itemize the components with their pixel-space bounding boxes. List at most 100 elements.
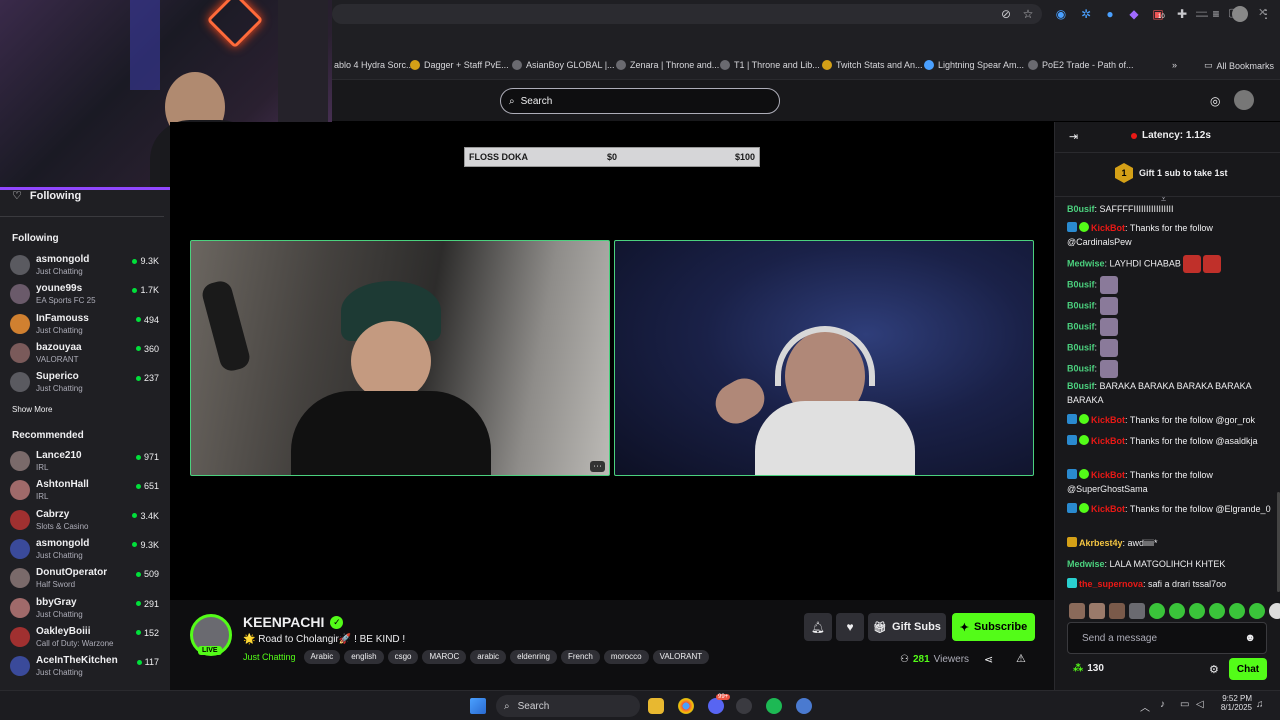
sidebar-channel[interactable]: InFamouss Just Chatting 494 — [10, 311, 162, 339]
extension-icon[interactable]: ◆ — [1126, 6, 1142, 22]
chat-username[interactable]: KickBot — [1091, 504, 1125, 514]
chat-username[interactable]: B0usif — [1067, 279, 1095, 289]
follow-button[interactable]: ♥ — [836, 613, 864, 641]
bookmark[interactable]: Twitch Stats and An... — [822, 60, 923, 70]
gift-leaderboard[interactable]: 1 Gift 1 sub to take 1st — [1115, 163, 1228, 183]
emote[interactable] — [1209, 603, 1225, 619]
bookmark[interactable]: Zenara | Throne and... — [616, 60, 719, 70]
chat-send-button[interactable]: Chat — [1229, 658, 1267, 680]
chat-username[interactable]: B0usif — [1067, 321, 1095, 331]
app-icon[interactable] — [796, 698, 812, 714]
notifications-icon[interactable]: ◎ — [1210, 94, 1220, 108]
taskbar-search[interactable]: ⌕ Search — [496, 695, 640, 717]
emote[interactable] — [1109, 603, 1125, 619]
puzzle-icon[interactable]: ✚ — [1174, 6, 1190, 22]
category-link[interactable]: Just Chatting — [243, 652, 296, 662]
bookmark[interactable]: T1 | Throne and Lib... — [720, 60, 820, 70]
chat-username[interactable]: Akrbest4y — [1079, 538, 1123, 548]
sidebar-channel[interactable]: AshtonHall IRL 651 — [10, 477, 162, 505]
collapse-chat-icon[interactable]: ⇥ — [1069, 130, 1078, 143]
chat-username[interactable]: KickBot — [1091, 436, 1125, 446]
stream-tag[interactable]: MAROC — [422, 650, 467, 664]
address-bar[interactable] — [332, 4, 1042, 24]
bookmark[interactable]: PoE2 Trade - Path of... — [1028, 60, 1134, 70]
all-bookmarks[interactable]: ▭ All Bookmarks — [1204, 60, 1274, 71]
extension-icon[interactable]: ✲ — [1078, 6, 1094, 22]
chat-username[interactable]: B0usif — [1067, 204, 1095, 214]
chevron-right-icon[interactable]: » — [1172, 60, 1177, 70]
settings-gear-icon[interactable]: ⚙ — [1209, 663, 1219, 676]
windows-start-icon[interactable] — [470, 698, 486, 714]
show-more-link[interactable]: Show More — [12, 405, 52, 414]
emote[interactable] — [1069, 603, 1085, 619]
chevron-up-icon[interactable]: ︿ — [1140, 699, 1150, 714]
emote[interactable] — [1189, 603, 1205, 619]
bookmark[interactable]: ablo 4 Hydra Sorc... — [334, 60, 414, 70]
sidebar-channel[interactable]: asmongold Just Chatting 9.3K — [10, 536, 162, 564]
sidebar-channel[interactable]: Superico Just Chatting 237 — [10, 369, 162, 397]
sidebar-channel[interactable]: bazouyaa VALORANT 360 — [10, 340, 162, 368]
share-icon[interactable]: ⋖ — [984, 653, 993, 666]
stream-tag[interactable]: French — [560, 650, 600, 664]
sidebar-channel[interactable]: youne99s EA Sports FC 25 1.7K — [10, 281, 162, 309]
close-icon[interactable]: ✕ — [1258, 6, 1267, 19]
maximize-icon[interactable]: ▢ — [1228, 6, 1238, 19]
emote[interactable] — [1129, 603, 1145, 619]
stream-tag[interactable]: morocco — [603, 650, 649, 664]
file-explorer-icon[interactable] — [648, 698, 664, 714]
emote[interactable] — [1249, 603, 1265, 619]
discord-icon[interactable] — [708, 698, 724, 714]
network-icon[interactable]: ▭ — [1180, 699, 1189, 710]
sidebar-channel[interactable]: Cabrzy Slots & Casino 3.4K — [10, 507, 162, 535]
sidebar-channel[interactable]: DonutOperator Half Sword 509 — [10, 565, 162, 593]
chat-username[interactable]: KickBot — [1091, 470, 1125, 480]
sidebar-channel[interactable]: asmongold Just Chatting 9.3K — [10, 252, 162, 280]
star-icon[interactable]: ☆ — [1020, 6, 1036, 22]
eye-off-icon[interactable]: ⊘ — [998, 6, 1014, 22]
microphone-icon[interactable]: ♪ — [1160, 699, 1165, 710]
chat-username[interactable]: Medwise — [1067, 258, 1105, 268]
stream-tag[interactable]: VALORANT — [652, 650, 710, 664]
sidebar-channel[interactable]: OakleyBoiii Call of Duty: Warzone 152 — [10, 624, 162, 652]
chat-username[interactable]: KickBot — [1091, 223, 1125, 233]
search-input[interactable]: ⌕ Search — [500, 88, 780, 114]
emoji-icon[interactable]: ☻ — [1244, 632, 1256, 644]
subscribe-button[interactable]: ✦ Subscribe — [952, 613, 1035, 641]
chat-username[interactable]: Medwise — [1067, 559, 1105, 569]
emote[interactable] — [1169, 603, 1185, 619]
emote[interactable] — [1149, 603, 1165, 619]
chat-username[interactable]: the_supernova — [1079, 579, 1143, 589]
emote[interactable] — [1269, 603, 1280, 619]
extension-icon[interactable]: ◉ — [1053, 6, 1069, 22]
user-avatar[interactable] — [1234, 90, 1254, 110]
chat-input[interactable]: Send a message ☻ — [1067, 622, 1267, 654]
following-header[interactable]: ♡ Following — [12, 189, 81, 203]
chat-username[interactable]: B0usif — [1067, 342, 1095, 352]
media-icon[interactable]: ≡ — [1208, 6, 1224, 22]
notification-bell-button[interactable]: 🔔︎ — [804, 613, 832, 641]
report-icon[interactable]: ⚠ — [1016, 652, 1026, 665]
minimize-icon[interactable]: — — [1196, 6, 1207, 18]
volume-icon[interactable]: ◁ — [1196, 699, 1204, 710]
stream-tag[interactable]: arabic — [470, 650, 507, 664]
channel-points[interactable]: ⁂ 130 — [1073, 663, 1104, 674]
channel-name[interactable]: KEENPACHI — [243, 614, 324, 630]
chat-username[interactable]: KickBot — [1091, 415, 1125, 425]
sidebar-channel[interactable]: Lance210 IRL 971 — [10, 448, 162, 476]
chat-username[interactable]: B0usif — [1067, 363, 1095, 373]
notification-bell-icon[interactable]: ♫ — [1256, 699, 1264, 710]
more-options-icon[interactable]: ⋯ — [590, 461, 605, 472]
extension-icon[interactable]: ● — [1102, 6, 1118, 22]
stream-tag[interactable]: eldenring — [510, 650, 557, 664]
sidebar-channel[interactable]: bbyGray Just Chatting 291 — [10, 595, 162, 623]
bookmark[interactable]: AsianBoy GLOBAL |... — [512, 60, 615, 70]
stream-tag[interactable]: Arabic — [303, 650, 341, 664]
emote[interactable] — [1229, 603, 1245, 619]
bookmark[interactable]: Dagger + Staff PvE... — [410, 60, 509, 70]
clock[interactable]: 9:52 PM 8/1/2025 — [1214, 694, 1252, 712]
stream-tag[interactable]: english — [344, 650, 384, 664]
spotify-icon[interactable] — [766, 698, 782, 714]
sidebar-channel[interactable]: AceInTheKitchen Just Chatting 117 — [10, 653, 162, 681]
chat-username[interactable]: B0usif — [1067, 300, 1095, 310]
bookmark[interactable]: Lightning Spear Am... — [924, 60, 1024, 70]
